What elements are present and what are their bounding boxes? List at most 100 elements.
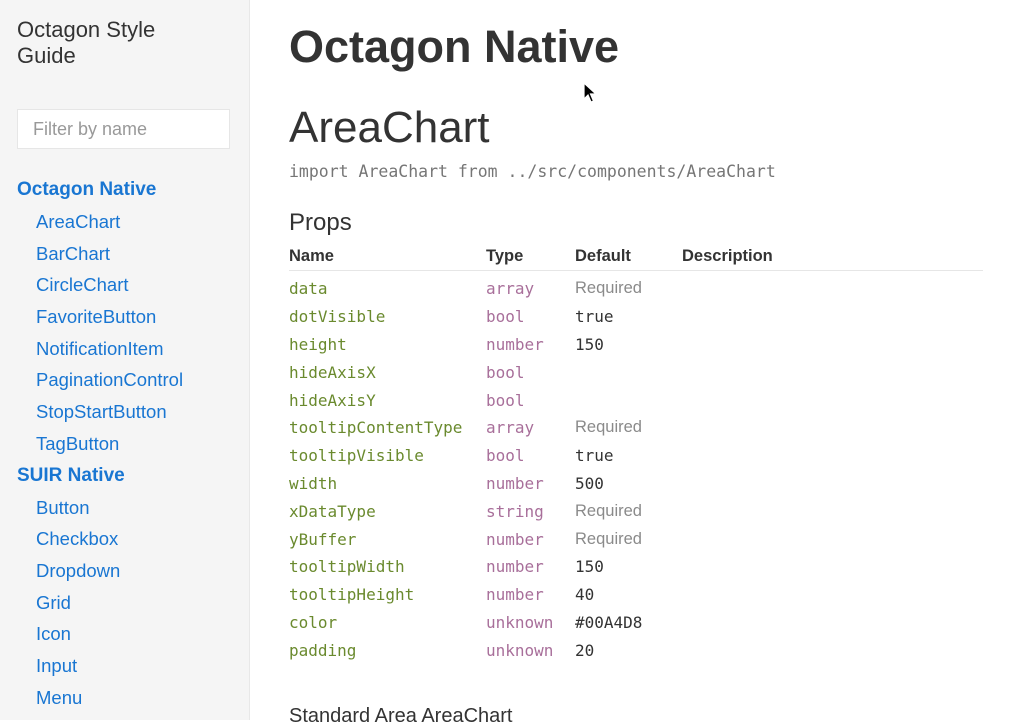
mouse-cursor-icon [583, 82, 597, 103]
header-description: Description [682, 243, 983, 271]
props-heading: Props [289, 209, 352, 236]
prop-name: tooltipHeight [289, 585, 415, 605]
prop-description [682, 609, 983, 637]
sidebar-section-suir-native[interactable]: SUIR Native [0, 460, 250, 492]
table-row: dotVisible bool true [289, 303, 983, 331]
prop-type: bool [486, 362, 525, 382]
prop-default [575, 358, 682, 386]
table-row: color unknown #00A4D8 [289, 609, 983, 637]
prop-description [682, 636, 983, 664]
sidebar-section-octagon-native[interactable]: Octagon Native [0, 174, 250, 206]
table-row: hideAxisX bool [289, 358, 983, 386]
table-row: yBuffer number Required [289, 525, 983, 553]
prop-description [682, 497, 983, 525]
prop-name: padding [289, 640, 357, 660]
prop-default: #00A4D8 [575, 612, 643, 632]
props-table-header: Name Type Default Description [289, 243, 983, 271]
table-row: hideAxisY bool [289, 386, 983, 414]
sidebar-nav: Octagon Native AreaChart BarChart CircleCha… [0, 174, 250, 713]
prop-description [682, 358, 983, 386]
prop-description [682, 525, 983, 553]
prop-default: Required [575, 529, 642, 548]
prop-name: tooltipContentType [289, 418, 463, 438]
app-title[interactable]: Octagon Style Guide [17, 17, 217, 69]
prop-type: array [486, 418, 535, 438]
prop-description [682, 275, 983, 303]
component-title: AreaChart [289, 103, 490, 152]
table-row: tooltipContentType array Required [289, 414, 983, 442]
sidebar: Octagon Style Guide Octagon NativeAreaCh… [0, 0, 250, 720]
table-row: tooltipVisible bool true [289, 442, 983, 470]
prop-default [575, 386, 682, 414]
prop-name: yBuffer [289, 529, 357, 549]
table-row: tooltipWidth number 150 [289, 553, 983, 581]
prop-default: true [575, 446, 614, 466]
table-row: height number 150 [289, 331, 983, 359]
prop-default: Required [575, 418, 642, 437]
prop-default: 20 [575, 640, 595, 660]
prop-name: dotVisible [289, 307, 386, 327]
sidebar-item-icon[interactable]: Icon [0, 618, 250, 650]
prop-name: tooltipVisible [289, 446, 424, 466]
prop-type: array [486, 279, 535, 299]
example-heading: Standard Area AreaChart [289, 705, 513, 727]
prop-name: color [289, 612, 338, 632]
prop-default: 150 [575, 334, 604, 354]
sidebar-item-stopstartbutton[interactable]: StopStartButton [0, 396, 250, 428]
sidebar-item-paginationcontrol[interactable]: PaginationControl [0, 364, 250, 396]
prop-description [682, 442, 983, 470]
prop-default: 40 [575, 585, 595, 605]
prop-type: number [486, 529, 544, 549]
props-table: Name Type Default Description data array R… [289, 243, 983, 664]
prop-description [682, 581, 983, 609]
table-row: width number 500 [289, 470, 983, 498]
sidebar-item-grid[interactable]: Grid [0, 587, 250, 619]
prop-name: tooltipWidth [289, 557, 405, 577]
table-row: data array Required [289, 275, 983, 303]
sidebar-item-button[interactable]: Button [0, 492, 250, 524]
prop-type: unknown [486, 612, 554, 632]
prop-default: Required [575, 501, 642, 520]
prop-type: number [486, 473, 544, 493]
prop-name: hideAxisX [289, 362, 376, 382]
import-statement: import AreaChart from ../src/components/… [289, 162, 776, 181]
sidebar-item-circlechart[interactable]: CircleChart [0, 269, 250, 301]
sidebar-item-barchart[interactable]: BarChart [0, 238, 250, 270]
prop-default: 150 [575, 557, 604, 577]
header-type: Type [486, 243, 575, 271]
prop-name: width [289, 473, 338, 493]
prop-description [682, 331, 983, 359]
sidebar-item-favoritebutton[interactable]: FavoriteButton [0, 301, 250, 333]
prop-description [682, 303, 983, 331]
prop-type: bool [486, 446, 525, 466]
prop-default: Required [575, 279, 642, 298]
table-row: padding unknown 20 [289, 636, 983, 664]
prop-default: 500 [575, 473, 604, 493]
props-table-body: data array Required dotVisible bool true heigh… [289, 271, 983, 665]
table-row: xDataType string Required [289, 497, 983, 525]
sidebar-item-menu[interactable]: Menu [0, 682, 250, 714]
sidebar-item-input[interactable]: Input [0, 650, 250, 682]
prop-description [682, 386, 983, 414]
prop-description [682, 414, 983, 442]
header-name: Name [289, 243, 486, 271]
sidebar-item-tagbutton[interactable]: TagButton [0, 428, 250, 460]
prop-name: hideAxisY [289, 390, 376, 410]
prop-type: number [486, 557, 544, 577]
prop-type: unknown [486, 640, 554, 660]
sidebar-item-notificationitem[interactable]: NotificationItem [0, 333, 250, 365]
prop-description [682, 470, 983, 498]
sidebar-item-dropdown[interactable]: Dropdown [0, 555, 250, 587]
prop-name: xDataType [289, 501, 376, 521]
prop-type: number [486, 585, 544, 605]
filter-input[interactable] [17, 109, 230, 149]
sidebar-item-checkbox[interactable]: Checkbox [0, 523, 250, 555]
page-title: Octagon Native [289, 21, 620, 72]
prop-type: string [486, 501, 544, 521]
prop-type: bool [486, 390, 525, 410]
header-default: Default [575, 243, 682, 271]
prop-type: bool [486, 307, 525, 327]
table-row: tooltipHeight number 40 [289, 581, 983, 609]
prop-type: number [486, 334, 544, 354]
sidebar-item-areachart[interactable]: AreaChart [0, 206, 250, 238]
